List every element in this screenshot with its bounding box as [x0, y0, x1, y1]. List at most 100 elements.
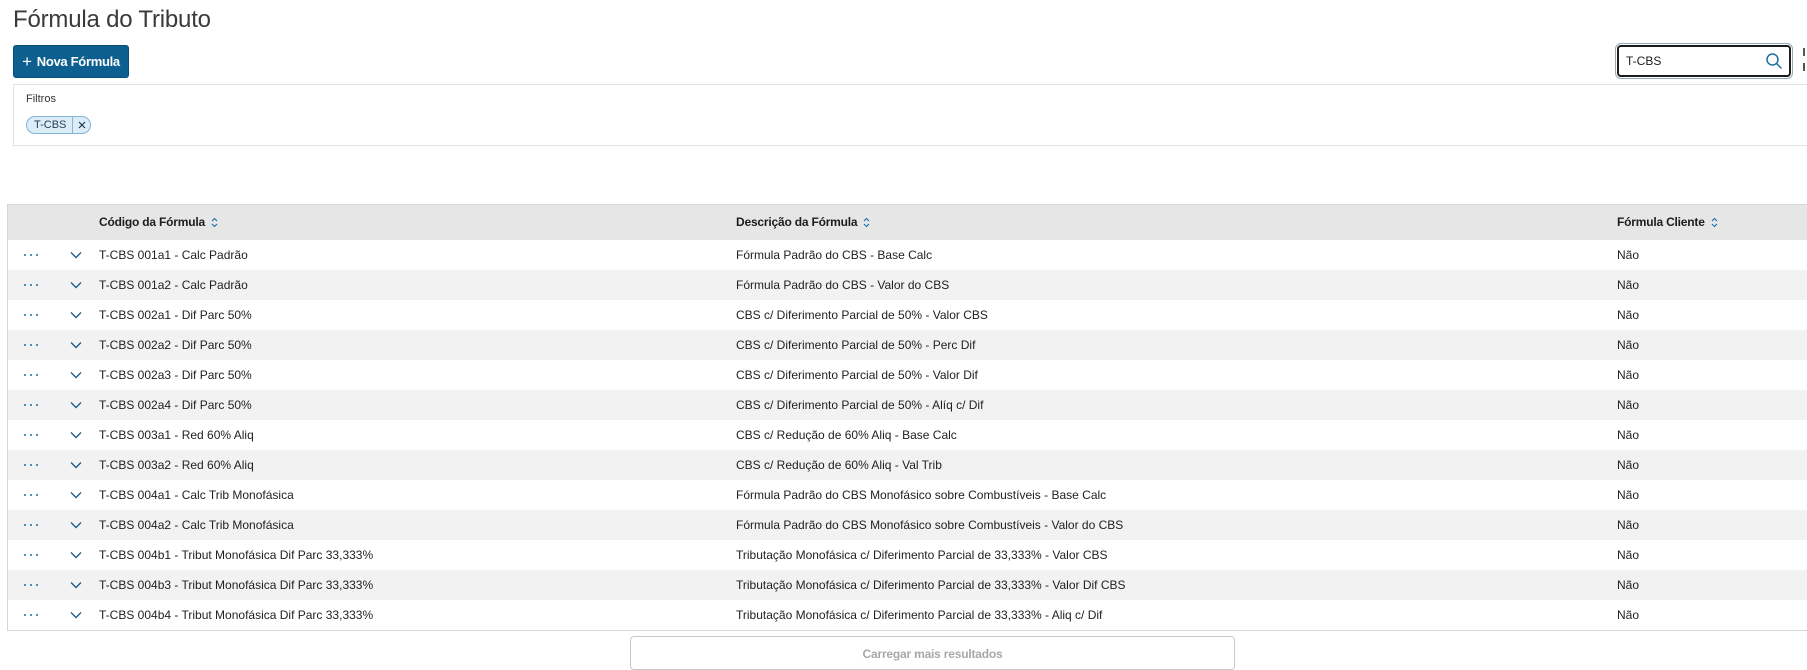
chevron-down-icon[interactable] [53, 521, 99, 529]
row-expand-cell [53, 300, 99, 330]
chevron-down-icon[interactable] [53, 371, 99, 379]
more-options-icon[interactable] [8, 284, 53, 286]
more-options-icon[interactable] [8, 494, 53, 496]
formula-client-cell: Não [1617, 608, 1640, 622]
formula-code-cell: T-CBS 001a2 - Calc Padrão [99, 278, 248, 292]
row-actions-cell [8, 420, 53, 450]
new-formula-button[interactable]: + Nova Fórmula [13, 45, 129, 78]
chevron-down-icon[interactable] [53, 251, 99, 259]
filter-chip: T-CBS [26, 116, 92, 134]
chevron-down-icon[interactable] [53, 281, 99, 289]
row-actions-cell [8, 570, 53, 600]
row-expand-cell [53, 360, 99, 390]
table-row: T-CBS 004b4 - Tribut Monofásica Dif Parc… [8, 600, 1807, 630]
formula-description-cell: CBS c/ Diferimento Parcial de 50% - Perc… [736, 338, 976, 352]
table-row: T-CBS 001a1 - Calc Padrão Fórmula Padrão … [8, 240, 1807, 270]
formula-description-cell: CBS c/ Diferimento Parcial de 50% - Alíq… [736, 398, 984, 412]
formula-client-cell: Não [1617, 488, 1640, 502]
formula-code-cell: T-CBS 002a2 - Dif Parc 50% [99, 338, 252, 352]
more-options-icon[interactable] [8, 464, 53, 466]
chevron-down-icon[interactable] [53, 581, 99, 589]
chevron-down-icon[interactable] [53, 491, 99, 499]
table-row: T-CBS 002a3 - Dif Parc 50% CBS c/ Diferim… [8, 360, 1807, 390]
more-options-icon[interactable] [8, 344, 53, 346]
formula-client-cell: Não [1617, 338, 1640, 352]
table-row: T-CBS 004a2 - Calc Trib Monofásica Fórmul… [8, 510, 1807, 540]
row-actions-cell [8, 510, 53, 540]
row-expand-cell [53, 480, 99, 510]
formula-description-cell: CBS c/ Redução de 60% Aliq - Base Calc [736, 428, 957, 442]
search-icon[interactable] [1765, 52, 1783, 70]
more-options-icon[interactable] [8, 554, 53, 556]
more-options-icon[interactable] [8, 314, 53, 316]
more-options-icon[interactable] [8, 584, 53, 586]
row-expand-cell [53, 510, 99, 540]
table-row: T-CBS 003a1 - Red 60% Aliq CBS c/ Redução… [8, 420, 1807, 450]
formula-client-cell: Não [1617, 578, 1640, 592]
table-row: T-CBS 002a1 - Dif Parc 50% CBS c/ Diferim… [8, 300, 1807, 330]
close-icon[interactable] [72, 117, 90, 133]
chevron-down-icon[interactable] [53, 431, 99, 439]
table-row: T-CBS 004b1 - Tribut Monofásica Dif Parc… [8, 540, 1807, 570]
row-actions-cell [8, 450, 53, 480]
new-formula-label: Nova Fórmula [36, 54, 120, 69]
more-options-icon[interactable] [8, 434, 53, 436]
row-expand-cell [53, 540, 99, 570]
formula-description-cell: Fórmula Padrão do CBS - Valor do CBS [736, 278, 950, 292]
row-actions-cell [8, 390, 53, 420]
formula-code-cell: T-CBS 002a1 - Dif Parc 50% [99, 308, 252, 322]
formula-description-cell: Fórmula Padrão do CBS Monofásico sobre C… [736, 488, 1107, 502]
chevron-down-icon[interactable] [53, 341, 99, 349]
more-options-icon[interactable] [8, 404, 53, 406]
column-header-client-label: Fórmula Cliente [1617, 214, 1705, 229]
column-header-description[interactable]: Descrição da Fórmula [736, 205, 1617, 240]
clipped-control-edge [1803, 48, 1807, 74]
chevron-down-icon[interactable] [53, 311, 99, 319]
formula-client-cell: Não [1617, 248, 1640, 262]
column-header-client[interactable]: Fórmula Cliente [1617, 205, 1807, 240]
row-expand-cell [53, 390, 99, 420]
search-input[interactable] [1626, 54, 1765, 68]
formula-description-cell: CBS c/ Diferimento Parcial de 50% - Valo… [736, 368, 978, 382]
table-row: T-CBS 002a4 - Dif Parc 50% CBS c/ Diferim… [8, 390, 1807, 420]
search-field[interactable] [1617, 45, 1791, 77]
sort-icon[interactable] [863, 217, 870, 231]
row-expand-cell [53, 570, 99, 600]
chevron-down-icon[interactable] [53, 401, 99, 409]
row-expand-cell [53, 330, 99, 360]
column-header-code[interactable]: Código da Fórmula [99, 205, 736, 240]
formula-description-cell: Tributação Monofásica c/ Diferimento Par… [736, 548, 1108, 562]
chevron-down-icon[interactable] [53, 611, 99, 619]
formula-code-cell: T-CBS 004a2 - Calc Trib Monofásica [99, 518, 294, 532]
table-row: T-CBS 002a2 - Dif Parc 50% CBS c/ Diferim… [8, 330, 1807, 360]
filters-label: Filtros [26, 93, 56, 105]
formula-code-cell: T-CBS 002a3 - Dif Parc 50% [99, 368, 252, 382]
row-expand-cell [53, 240, 99, 270]
formula-client-cell: Não [1617, 518, 1640, 532]
more-options-icon[interactable] [8, 254, 53, 256]
row-expand-cell [53, 420, 99, 450]
table-row: T-CBS 003a2 - Red 60% Aliq CBS c/ Redução… [8, 450, 1807, 480]
more-options-icon[interactable] [8, 374, 53, 376]
actions-column-header [8, 205, 53, 240]
formula-description-cell: Tributação Monofásica c/ Diferimento Par… [736, 578, 1126, 592]
sort-icon[interactable] [1711, 217, 1718, 231]
row-actions-cell [8, 300, 53, 330]
formula-code-cell: T-CBS 004b1 - Tribut Monofásica Dif Parc… [99, 548, 374, 562]
chevron-down-icon[interactable] [53, 551, 99, 559]
more-options-icon[interactable] [8, 614, 53, 616]
sort-icon[interactable] [211, 217, 218, 231]
load-more-button[interactable]: Carregar mais resultados [630, 636, 1235, 670]
more-options-icon[interactable] [8, 524, 53, 526]
formula-description-cell: CBS c/ Redução de 60% Aliq - Val Trib [736, 458, 942, 472]
page-title: Fórmula do Tributo [13, 6, 211, 33]
formula-table: Código da Fórmula Descrição da Fórmula F… [7, 204, 1807, 631]
row-actions-cell [8, 270, 53, 300]
column-header-description-label: Descrição da Fórmula [736, 214, 858, 229]
formula-client-cell: Não [1617, 428, 1640, 442]
formula-code-cell: T-CBS 002a4 - Dif Parc 50% [99, 398, 252, 412]
chevron-down-icon[interactable] [53, 461, 99, 469]
expand-column-header [53, 205, 99, 240]
formula-description-cell: Tributação Monofásica c/ Diferimento Par… [736, 608, 1103, 622]
row-actions-cell [8, 480, 53, 510]
